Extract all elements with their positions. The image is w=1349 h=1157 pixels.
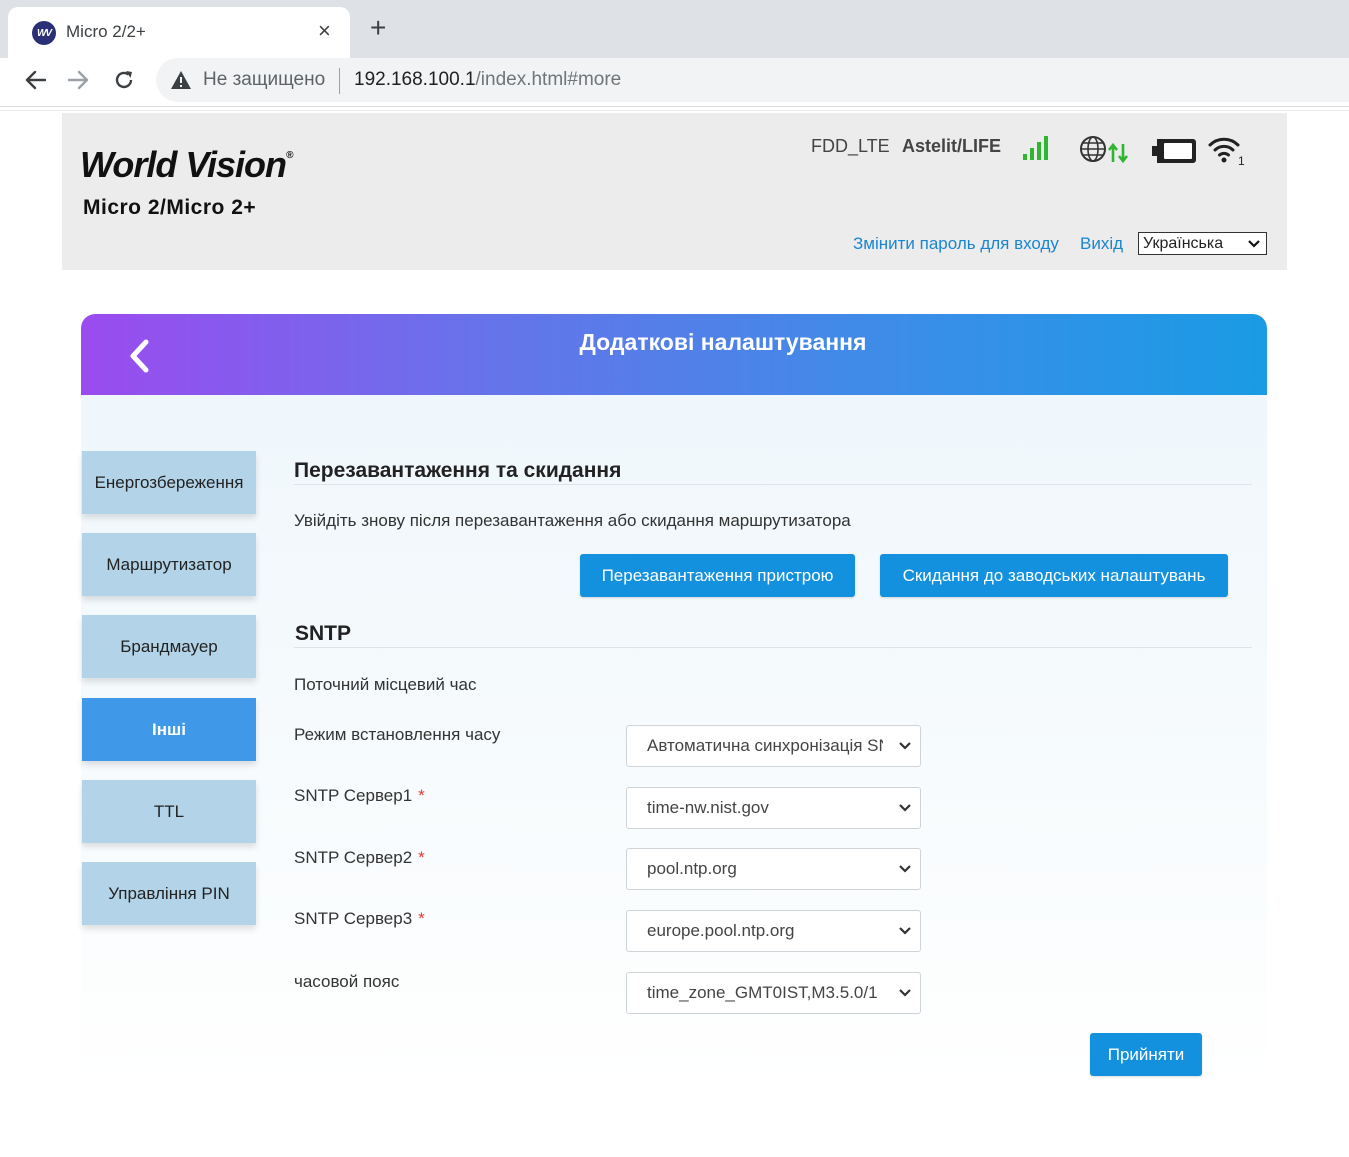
time-mode-label: Режим встановлення часу xyxy=(294,725,501,744)
tab-title: Micro 2/2+ xyxy=(66,22,146,41)
required-mark: * xyxy=(418,786,425,805)
sidebar-item-ttl[interactable]: TTL xyxy=(82,780,256,843)
logout-link[interactable]: Вихід xyxy=(1080,234,1123,254)
sidebar-item-firewall[interactable]: Брандмауер xyxy=(82,615,256,678)
local-time-label: Поточний місцевий час xyxy=(294,675,477,694)
omnibox-divider xyxy=(339,68,340,94)
toolbar-divider-2 xyxy=(0,110,1349,111)
required-mark: * xyxy=(418,909,425,928)
battery-icon xyxy=(1151,137,1197,170)
new-tab-icon[interactable]: + xyxy=(370,14,386,42)
chevron-down-icon xyxy=(899,927,911,935)
chevron-down-icon xyxy=(899,804,911,812)
sntp-server3-label-text: SNTP Сервер3 xyxy=(294,909,413,928)
url-text[interactable]: 192.168.100.1/index.html#more xyxy=(354,68,621,92)
signal-strength-icon xyxy=(1020,133,1056,168)
timezone-label: часовой пояс xyxy=(294,972,400,991)
sntp-server1-select[interactable]: time-nw.nist.gov xyxy=(626,787,921,829)
wifi-client-count: 1 xyxy=(1238,154,1245,166)
timezone-select[interactable]: time_zone_GMT0IST,M3.5.0/1 xyxy=(626,972,921,1014)
sntp-server2-value: pool.ntp.org xyxy=(647,859,737,878)
site-favicon-icon: WV xyxy=(32,21,56,45)
required-mark: * xyxy=(418,848,425,867)
brand-name: World Vision xyxy=(80,144,287,185)
time-mode-select[interactable]: Автоматична синхронізація SNTP xyxy=(626,725,921,767)
chevron-down-icon xyxy=(899,742,911,750)
wifi-icon: 1 xyxy=(1208,134,1248,171)
reboot-section-title: Перезавантаження та скидання xyxy=(294,459,622,482)
sidebar-item-other[interactable]: Інші xyxy=(82,698,256,761)
reboot-button[interactable]: Перезавантаження пристрою xyxy=(580,554,855,597)
forward-arrow-icon[interactable] xyxy=(62,64,96,96)
back-arrow-icon[interactable] xyxy=(18,64,52,96)
sntp-server1-label: SNTP Сервер1 * xyxy=(294,786,425,806)
panel-header: Додаткові налаштування xyxy=(81,314,1267,395)
sntp-server1-value: time-nw.nist.gov xyxy=(647,798,769,817)
sntp-server3-label: SNTP Сервер3 * xyxy=(294,909,425,929)
network-type: FDD_LTE xyxy=(811,136,890,156)
factory-reset-button[interactable]: Скидання до заводських налаштувань xyxy=(880,554,1228,597)
toolbar-divider xyxy=(0,106,1349,107)
sntp-server2-select[interactable]: pool.ntp.org xyxy=(626,848,921,890)
language-select[interactable]: Українська xyxy=(1138,232,1267,255)
reload-icon[interactable] xyxy=(107,64,141,96)
not-secure-label[interactable]: Не защищено xyxy=(203,68,325,92)
model-name: Micro 2/Micro 2+ xyxy=(83,196,257,219)
apply-button[interactable]: Прийняти xyxy=(1090,1033,1202,1076)
url-path: /index.html#more xyxy=(475,69,622,90)
settings-panel: Додаткові налаштування xyxy=(81,314,1267,1084)
operator-name: Astelit/LIFE xyxy=(902,136,1002,156)
url-host: 192.168.100.1 xyxy=(354,69,476,90)
close-tab-icon[interactable]: × xyxy=(318,19,331,43)
chevron-down-icon xyxy=(899,865,911,873)
panel-title: Додаткові налаштування xyxy=(579,329,867,355)
change-password-link[interactable]: Змінити пароль для входу xyxy=(853,234,1059,254)
brand-logo: World Vision® xyxy=(80,144,293,186)
sntp-server2-label: SNTP Сервер2 * xyxy=(294,848,425,868)
address-bar[interactable] xyxy=(156,58,1349,102)
time-mode-value: Автоматична синхронізація SNTP xyxy=(647,736,883,755)
reboot-description: Увійдіть знову після перезавантаження аб… xyxy=(294,511,851,530)
sidebar-item-power-saving[interactable]: Енергозбереження xyxy=(82,451,256,514)
brand-registered-mark: ® xyxy=(286,150,293,161)
sidebar-item-router[interactable]: Маршрутизатор xyxy=(82,533,256,596)
internet-connected-icon xyxy=(1078,134,1136,171)
sntp-server1-label-text: SNTP Сервер1 xyxy=(294,786,413,805)
chevron-down-icon xyxy=(1248,240,1260,248)
sntp-server3-select[interactable]: europe.pool.ntp.org xyxy=(626,910,921,952)
sntp-server2-label-text: SNTP Сервер2 xyxy=(294,848,413,867)
sidebar-item-pin-management[interactable]: Управління PIN xyxy=(82,862,256,925)
language-value: Українська xyxy=(1143,235,1224,252)
section-divider xyxy=(294,647,1252,648)
warning-triangle-icon[interactable] xyxy=(170,70,192,90)
sntp-section-title: SNTP xyxy=(295,622,352,645)
browser-tab[interactable]: WV Micro 2/2+ × xyxy=(8,7,350,58)
timezone-value: time_zone_GMT0IST,M3.5.0/1 xyxy=(647,983,878,1002)
chevron-down-icon xyxy=(899,989,911,997)
sntp-server3-value: europe.pool.ntp.org xyxy=(647,921,795,940)
section-divider xyxy=(294,484,1252,485)
